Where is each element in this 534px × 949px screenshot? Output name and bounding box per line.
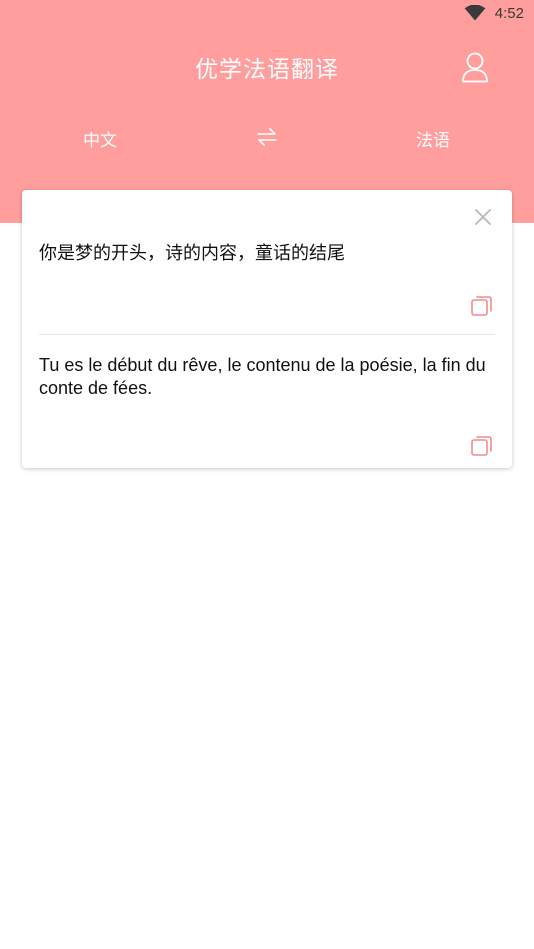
language-bar: 中文 法语 (0, 120, 534, 154)
source-language-button[interactable]: 中文 (60, 126, 140, 151)
copy-icon[interactable] (470, 294, 494, 318)
status-bar: 4:52 (0, 0, 534, 28)
divider (39, 334, 495, 335)
wifi-icon (464, 5, 486, 21)
copy-icon[interactable] (470, 434, 494, 458)
close-icon[interactable] (473, 207, 493, 227)
app-title: 优学法语翻译 (195, 57, 339, 83)
translation-card: 你是梦的开头，诗的内容，童话的结尾 Tu es le début du rêve… (22, 190, 512, 468)
translation-result-text: Tu es le début du rêve, le contenu de la… (39, 355, 486, 398)
source-text-input[interactable]: 你是梦的开头，诗的内容，童话的结尾 (39, 242, 489, 266)
swap-arrows-icon[interactable] (255, 126, 279, 148)
status-time: 4:52 (494, 5, 524, 22)
target-language-button[interactable]: 法语 (393, 126, 473, 151)
user-icon[interactable] (458, 50, 492, 84)
app-screen: 4:52 优学法语翻译 中文 法语 你是梦的开头，诗的内容，童话的结尾 Tu e… (0, 0, 534, 949)
